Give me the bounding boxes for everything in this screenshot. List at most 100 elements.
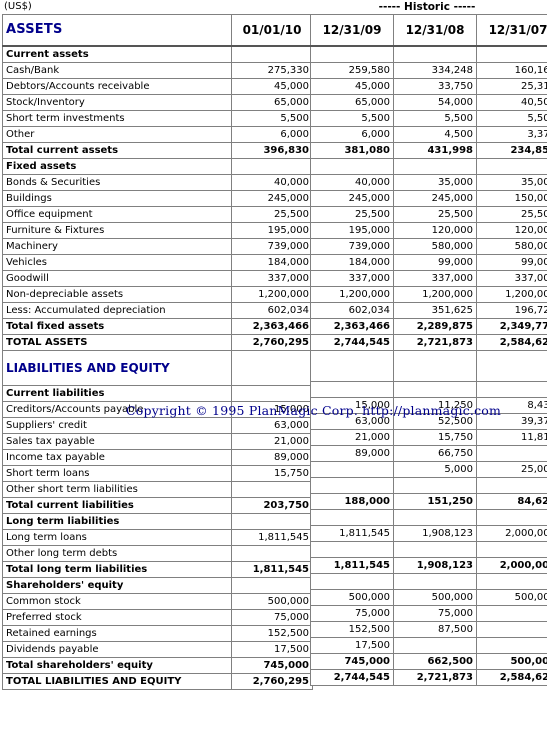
row-value-long-term-loans-historic-1[interactable]: 1,908,123: [393, 525, 477, 542]
row-value-furniture-fixtures-historic-2[interactable]: 120,000: [476, 222, 547, 239]
row-value-sales-tax-payable-historic-2[interactable]: 11,813: [476, 429, 547, 446]
row-value-office-equipment-historic-0[interactable]: 25,500: [310, 206, 394, 223]
row-value-other-long-term-debts-historic-1[interactable]: [393, 541, 477, 558]
row-debtors-accounts-receivable: Debtors/Accounts receivable 45,000: [2, 78, 313, 95]
row-value-furniture-fixtures-historic-1[interactable]: 120,000: [393, 222, 477, 239]
row-value-other-long-term-debts-historic-0[interactable]: [310, 541, 394, 558]
row-value-machinery-historic-0[interactable]: 739,000: [310, 238, 394, 255]
row-value-income-tax-payable-historic-0[interactable]: 89,000: [310, 445, 394, 462]
row-value-income-tax-payable-historic-1[interactable]: 66,750: [393, 445, 477, 462]
row-value-machinery-historic-1[interactable]: 580,000: [393, 238, 477, 255]
row-value-buildings-historic-1[interactable]: 245,000: [393, 190, 477, 207]
row-value-non-depreciable-assets-historic-1[interactable]: 1,200,000: [393, 286, 477, 303]
row-value-vehicles-historic-2[interactable]: 99,000: [476, 254, 547, 271]
row-value-retained-earnings-historic-1[interactable]: 87,500: [393, 621, 477, 638]
row-value-short-term-investments-projection: 5,500: [231, 110, 313, 127]
row-value-income-tax-payable-projection[interactable]: 89,000: [231, 449, 313, 466]
row-value-common-stock-historic-0[interactable]: 500,000: [310, 589, 394, 606]
row-value-short-term-loans-historic-2[interactable]: 25,000: [476, 461, 547, 478]
row-value-vehicles-historic-1[interactable]: 99,000: [393, 254, 477, 271]
row-value-sales-tax-payable-historic-1[interactable]: 15,750: [393, 429, 477, 446]
row-value-machinery-historic-2[interactable]: 580,000: [476, 238, 547, 255]
row-value-other-short-term-liabilities-historic-0[interactable]: [310, 477, 394, 494]
row-value-short-term-investments-historic-1[interactable]: 5,500: [393, 110, 477, 127]
row-value-income-tax-payable-historic-2[interactable]: [476, 445, 547, 462]
row-value-stock-inventory-historic-2[interactable]: 40,500: [476, 94, 547, 111]
row-value-common-stock-historic-1[interactable]: 500,000: [393, 589, 477, 606]
row-value-furniture-fixtures-projection: 195,000: [231, 222, 313, 239]
row-value-office-equipment-historic-2[interactable]: 25,500: [476, 206, 547, 223]
row-value-short-term-investments-historic-2[interactable]: 5,500: [476, 110, 547, 127]
row-value-stock-inventory-historic-0[interactable]: 65,000: [310, 94, 394, 111]
row-value-debtors-accounts-receivable-historic-1[interactable]: 33,750: [393, 78, 477, 95]
row-value-goodwill-historic-1[interactable]: 337,000: [393, 270, 477, 287]
row-value-preferred-stock-historic-2[interactable]: [476, 605, 547, 622]
row-value-suppliers-credit-historic-0[interactable]: 63,000: [310, 413, 394, 430]
row-value-creditors-accounts-payable-historic-1[interactable]: 11,250: [393, 397, 477, 414]
row-value-debtors-accounts-receivable-projection[interactable]: 45,000: [231, 78, 313, 95]
row-value-non-depreciable-assets-historic-0[interactable]: 1,200,000: [310, 286, 394, 303]
row-value-buildings-historic-0[interactable]: 245,000: [310, 190, 394, 207]
row-value-stock-inventory-projection[interactable]: 65,000: [231, 94, 313, 111]
row-value-goodwill-historic-0[interactable]: 337,000: [310, 270, 394, 287]
row-value-vehicles-historic-0[interactable]: 184,000: [310, 254, 394, 271]
row-value-suppliers-credit-historic-2[interactable]: 39,375: [476, 413, 547, 430]
row-value-retained-earnings-historic-2[interactable]: [476, 621, 547, 638]
row-value-less-accumulated-depreciation-historic-0[interactable]: 602,034: [310, 302, 394, 319]
row-value-other-historic-1[interactable]: 4,500: [393, 126, 477, 143]
section-label-fixed-assets: Fixed assets: [2, 158, 232, 175]
row-value-dividends-payable-historic-1[interactable]: [393, 637, 477, 654]
row-value-other-projection[interactable]: 6,000: [231, 126, 313, 143]
row-value-other-short-term-liabilities-projection[interactable]: [231, 481, 313, 498]
row-long-term-loans-historic: 1,811,5451,908,1232,000,000: [310, 525, 547, 542]
row-value-other-long-term-debts-historic-2[interactable]: [476, 541, 547, 558]
row-value-less-accumulated-depreciation-projection: 602,034: [231, 302, 313, 319]
row-value-sales-tax-payable-projection[interactable]: 21,000: [231, 433, 313, 450]
row-value-other-historic-2[interactable]: 3,375: [476, 126, 547, 143]
row-value-less-accumulated-depreciation-historic-1[interactable]: 351,625: [393, 302, 477, 319]
row-value-non-depreciable-assets-historic-2[interactable]: 1,200,000: [476, 286, 547, 303]
row-value-dividends-payable-projection[interactable]: 17,500: [231, 641, 313, 658]
row-value-other-historic-0[interactable]: 6,000: [310, 126, 394, 143]
row-value-short-term-loans-historic-0[interactable]: [310, 461, 394, 478]
row-value-bonds-securities-historic-0[interactable]: 40,000: [310, 174, 394, 191]
row-label-office-equipment: Office equipment: [2, 206, 232, 223]
row-value-retained-earnings-historic-0[interactable]: 152,500: [310, 621, 394, 638]
row-value-bonds-securities-historic-1[interactable]: 35,000: [393, 174, 477, 191]
row-value-retained-earnings-projection[interactable]: 152,500: [231, 625, 313, 642]
row-value-creditors-accounts-payable-historic-0[interactable]: 15,000: [310, 397, 394, 414]
row-value-common-stock-historic-2[interactable]: 500,000: [476, 589, 547, 606]
row-value-other-short-term-liabilities-historic-2[interactable]: [476, 477, 547, 494]
row-label-other-short-term-liabilities: Other short term liabilities: [2, 481, 232, 498]
row-value-other-short-term-liabilities-historic-1[interactable]: [393, 477, 477, 494]
row-value-buildings-historic-2[interactable]: 150,000: [476, 190, 547, 207]
row-value-suppliers-credit-projection[interactable]: 63,000: [231, 417, 313, 434]
row-value-long-term-loans-historic-0[interactable]: 1,811,545: [310, 525, 394, 542]
row-value-suppliers-credit-historic-1[interactable]: 52,500: [393, 413, 477, 430]
row-value-furniture-fixtures-historic-0[interactable]: 195,000: [310, 222, 394, 239]
row-value-short-term-investments-historic-0[interactable]: 5,500: [310, 110, 394, 127]
row-other: Other 6,000: [2, 126, 313, 143]
row-label-total-assets: TOTAL ASSETS: [2, 334, 232, 351]
row-value-creditors-accounts-payable-projection[interactable]: 15,000: [231, 401, 313, 418]
row-value-less-accumulated-depreciation-historic-2[interactable]: 196,725: [476, 302, 547, 319]
row-value-sales-tax-payable-historic-0[interactable]: 21,000: [310, 429, 394, 446]
row-value-stock-inventory-historic-1[interactable]: 54,000: [393, 94, 477, 111]
row-buildings-historic: 245,000245,000150,000: [310, 190, 547, 207]
row-value-preferred-stock-historic-0[interactable]: 75,000: [310, 605, 394, 622]
section-spacer-cell-2: [476, 573, 547, 590]
row-value-other-long-term-debts-projection[interactable]: [231, 545, 313, 562]
row-value-creditors-accounts-payable-historic-2[interactable]: 8,438: [476, 397, 547, 414]
row-value-long-term-loans-historic-2[interactable]: 2,000,000: [476, 525, 547, 542]
row-value-dividends-payable-historic-0[interactable]: 17,500: [310, 637, 394, 654]
row-label-bonds-securities: Bonds & Securities: [2, 174, 232, 191]
row-value-dividends-payable-historic-2[interactable]: [476, 637, 547, 654]
row-value-office-equipment-historic-1[interactable]: 25,500: [393, 206, 477, 223]
row-value-goodwill-historic-2[interactable]: 337,000: [476, 270, 547, 287]
row-value-buildings-projection: 245,000: [231, 190, 313, 207]
row-value-short-term-loans-historic-1[interactable]: 5,000: [393, 461, 477, 478]
row-value-debtors-accounts-receivable-historic-2[interactable]: 25,313: [476, 78, 547, 95]
row-value-debtors-accounts-receivable-historic-0[interactable]: 45,000: [310, 78, 394, 95]
row-value-bonds-securities-historic-2[interactable]: 35,000: [476, 174, 547, 191]
row-value-preferred-stock-historic-1[interactable]: 75,000: [393, 605, 477, 622]
